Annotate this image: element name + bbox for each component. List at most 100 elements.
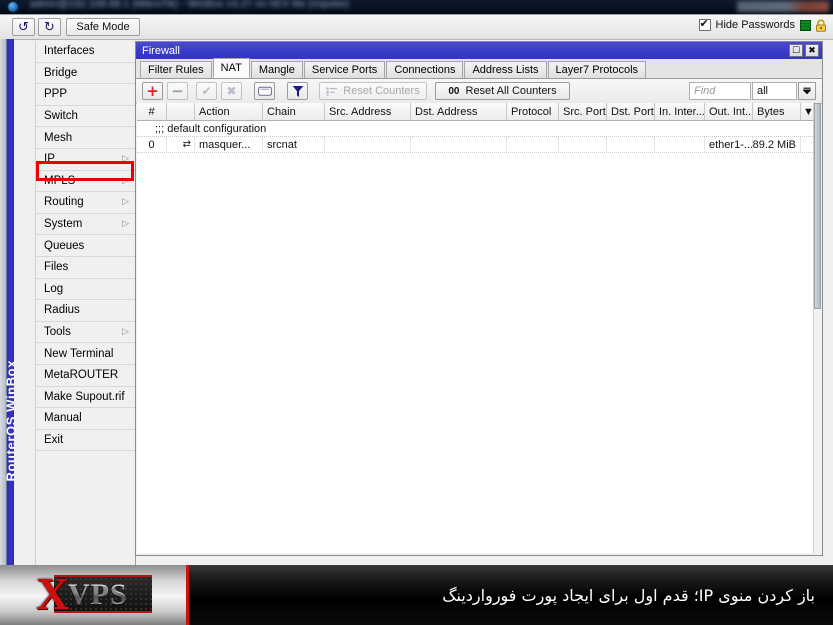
sidebar-item-label: Queues	[44, 239, 85, 252]
cell-icon: ⇄	[167, 137, 195, 152]
logo-vps-text: VPS	[68, 578, 128, 611]
remove-rule-button[interactable]: −	[167, 82, 188, 100]
cell-chain: srcnat	[263, 137, 325, 152]
column-header-dst-port[interactable]: Dst. Port	[607, 103, 655, 120]
sidebar-item-routing[interactable]: Routing ▷	[36, 192, 135, 214]
find-input[interactable]: Find	[689, 82, 751, 100]
firewall-action-bar: + − ✔ ✖ Reset Counters 00 Reset All Coun…	[136, 79, 822, 104]
sidebar-item-system[interactable]: System ▷	[36, 213, 135, 236]
sidebar-item-label: MPLS	[44, 174, 76, 187]
sidebar-item-mpls[interactable]: MPLS ▷	[36, 170, 135, 193]
disable-rule-button[interactable]: ✖	[221, 82, 242, 100]
column-header-out-int[interactable]: Out. Int...	[705, 103, 753, 120]
rule-comment-row[interactable]: ;;; default configuration	[137, 121, 817, 137]
dropdown-arrow-icon	[802, 87, 812, 95]
redo-button[interactable]: ↻	[38, 18, 61, 36]
column-header-in-inter[interactable]: In. Inter...	[655, 103, 705, 120]
sidebar-item-label: Bridge	[44, 66, 78, 79]
tab-filter-rules[interactable]: Filter Rules	[140, 61, 212, 78]
sidebar-item-label: Manual	[44, 412, 82, 425]
check-icon: ✔	[201, 84, 212, 98]
column-header-src-port[interactable]: Src. Port	[559, 103, 607, 120]
tab-layer7-protocols[interactable]: Layer7 Protocols	[547, 61, 647, 78]
reset-counters-icon	[326, 86, 338, 96]
column-header-bytes[interactable]: Bytes	[753, 103, 801, 120]
close-window-icon[interactable]: ✖	[805, 44, 819, 57]
tab-address-lists[interactable]: Address Lists	[464, 61, 547, 78]
cell-out_interface: ether1-...	[705, 137, 753, 152]
routeros-brand-strip: RouterOS WinBox	[0, 39, 14, 566]
hide-passwords-control[interactable]: Hide Passwords	[698, 17, 795, 31]
filter-button[interactable]	[287, 82, 308, 100]
table-row[interactable]: 0 ⇄ masquer...srcnat ether1-...789.2 MiB	[137, 137, 817, 153]
sidebar-item-label: Tools	[44, 326, 71, 339]
tab-mangle[interactable]: Mangle	[250, 61, 303, 78]
sidebar-item-interfaces[interactable]: Interfaces	[36, 41, 135, 63]
hide-passwords-label: Hide Passwords	[715, 19, 795, 31]
column-header-action[interactable]: Action	[195, 103, 263, 120]
cell-bytes: 789.2 MiB	[753, 137, 801, 152]
column-header-icon[interactable]	[167, 103, 195, 120]
funnel-icon	[292, 85, 303, 97]
sidebar-item-exit[interactable]: Exit	[36, 429, 135, 452]
tab-connections[interactable]: Connections	[386, 61, 464, 78]
reset-all-counters-button[interactable]: 00 Reset All Counters	[435, 82, 570, 100]
sidebar-item-label: New Terminal	[44, 347, 114, 360]
minus-icon: −	[171, 81, 184, 100]
tab-service-ports[interactable]: Service Ports	[303, 61, 386, 78]
sidebar-item-bridge[interactable]: Bridge	[36, 62, 135, 85]
sidebar-item-ppp[interactable]: PPP	[36, 84, 135, 106]
sidebar-item-radius[interactable]: Radius	[36, 300, 135, 322]
sidebar-item-files[interactable]: Files	[36, 256, 135, 279]
sidebar-item-label: Files	[44, 261, 69, 274]
sidebar-item-metarouter[interactable]: MetaROUTER	[36, 364, 135, 387]
sidebar-item-mesh[interactable]: Mesh	[36, 127, 135, 149]
column-header-chain[interactable]: Chain	[263, 103, 325, 120]
sidebar-item-label: Routing	[44, 196, 84, 209]
submenu-chevron-icon: ▷	[122, 154, 129, 165]
reset-counters-button[interactable]: Reset Counters	[319, 82, 427, 100]
sidebar-item-new-terminal[interactable]: New Terminal	[36, 343, 135, 365]
restore-window-icon[interactable]: ☐	[789, 44, 803, 57]
yellow-lock-icon[interactable]	[815, 19, 827, 32]
sidebar-menu: Interfaces Bridge PPP Switch Mesh IP ▷ MPLS ▷ Rou…	[35, 41, 136, 566]
cell-dst_port	[607, 137, 655, 152]
cell-action: masquer...	[195, 137, 263, 152]
logo-x-text: X	[36, 568, 70, 619]
add-rule-button[interactable]: +	[142, 82, 163, 100]
undo-button[interactable]: ↺	[12, 18, 35, 36]
table-vertical-scrollbar[interactable]	[813, 103, 821, 553]
sidebar-item-label: Exit	[44, 433, 64, 446]
column-header-col0[interactable]: #	[137, 103, 167, 120]
safe-mode-button[interactable]: Safe Mode	[66, 18, 140, 36]
comment-button[interactable]	[254, 82, 275, 100]
sidebar-item-switch[interactable]: Switch	[36, 105, 135, 128]
sidebar-item-label: Switch	[44, 110, 78, 123]
table-header-row: # Action Chain Src. Address Dst. Address Prot…	[137, 103, 817, 121]
column-header-dst-address[interactable]: Dst. Address	[411, 103, 507, 120]
sidebar-item-manual[interactable]: Manual	[36, 408, 135, 430]
plus-icon: +	[146, 81, 159, 100]
sidebar-empty-area	[36, 451, 135, 566]
os-window-title: admin@192.168.88.1 (MikroTik) - WinBox v…	[30, 0, 350, 10]
scrollbar-thumb[interactable]	[814, 103, 821, 309]
column-header-src-address[interactable]: Src. Address	[325, 103, 411, 120]
firewall-title-bar[interactable]: Firewall ☐ ✖	[136, 42, 822, 59]
sidebar-item-log[interactable]: Log	[36, 278, 135, 301]
sidebar-item-make-supout-rif[interactable]: Make Supout.rif	[36, 386, 135, 409]
sidebar-item-ip[interactable]: IP ▷	[36, 148, 135, 171]
sidebar-item-label: Log	[44, 282, 64, 295]
sidebar-item-label: Interfaces	[44, 45, 95, 58]
column-header-protocol[interactable]: Protocol	[507, 103, 559, 120]
tab-nat[interactable]: NAT	[212, 58, 250, 78]
filter-dropdown-button[interactable]	[798, 82, 816, 100]
hide-passwords-checkbox[interactable]	[698, 17, 711, 31]
filter-scope-select[interactable]: all	[752, 82, 797, 100]
nat-rules-table: # Action Chain Src. Address Dst. Address Prot…	[137, 103, 817, 553]
sidebar-item-queues[interactable]: Queues	[36, 235, 135, 257]
submenu-chevron-icon: ▷	[122, 327, 129, 338]
os-window-controls[interactable]	[737, 1, 829, 12]
cell-dst_address	[411, 137, 507, 152]
sidebar-item-tools[interactable]: Tools ▷	[36, 321, 135, 344]
enable-rule-button[interactable]: ✔	[196, 82, 217, 100]
